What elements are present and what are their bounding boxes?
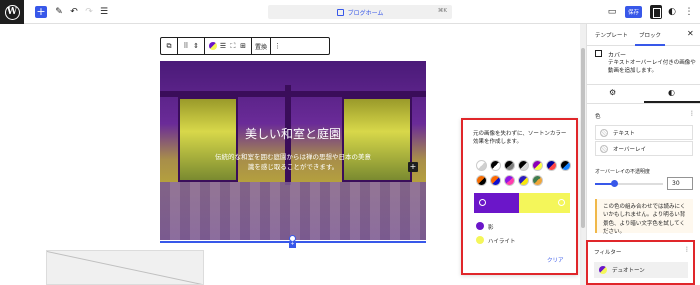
cover-description[interactable]: 伝統的な和室を囲む庭園からは禅の思想や日本の美意識を感じ取ることができます。 — [213, 152, 373, 172]
text-color-item[interactable]: テキスト — [595, 125, 693, 140]
half-circle-icon[interactable]: ◐ — [666, 5, 678, 19]
highlight-color-dot[interactable] — [476, 236, 484, 244]
tab-template[interactable]: テンプレート — [595, 31, 628, 39]
duotone-preset-swatch[interactable] — [504, 175, 515, 186]
duotone-icon — [599, 266, 607, 274]
block-description: テキストオーバーレイ付きの画像や動画を追加します。 — [608, 60, 696, 75]
move-controls[interactable]: ⠿ ⇕ — [178, 38, 205, 54]
opacity-input[interactable]: 30 — [667, 177, 693, 190]
block-toolbar: ⧉ ⠿ ⇕ ☰ ⛶ ⊞ 置換 ⋮ — [160, 37, 330, 55]
add-block-button[interactable]: + — [35, 6, 47, 18]
close-icon[interactable]: ✕ — [687, 29, 694, 38]
divider — [587, 103, 700, 104]
shadow-segment[interactable] — [474, 193, 519, 213]
styles-icon[interactable]: ◐ — [668, 88, 675, 97]
redo-icon[interactable]: ↷ — [83, 5, 95, 19]
filter-section-title: フィルター — [594, 250, 622, 256]
highlight-label[interactable]: ハイライト — [488, 237, 515, 245]
duotone-preset-swatch[interactable] — [546, 160, 557, 171]
duotone-filter-item[interactable]: デュオトーン — [594, 262, 688, 278]
command-palette-button[interactable]: ブログホーム ⌘K — [268, 5, 452, 19]
pen-icon[interactable]: ✎ — [53, 5, 65, 19]
cover-block-icon: ⧉ — [166, 41, 172, 50]
save-button[interactable]: 保存 — [625, 6, 642, 18]
command-shortcut: ⌘K — [437, 8, 447, 14]
tab-block[interactable]: ブロック — [639, 31, 661, 39]
undo-icon[interactable]: ↶ — [68, 5, 80, 19]
list-view-icon[interactable]: ☰ — [98, 5, 110, 19]
insert-below-icon[interactable]: + — [289, 241, 296, 248]
opacity-slider-thumb[interactable] — [611, 180, 618, 187]
shadow-knob[interactable] — [479, 199, 486, 206]
template-icon — [336, 8, 344, 16]
tatami-floor — [160, 182, 426, 240]
style-controls: ☰ ⛶ ⊞ — [205, 38, 252, 54]
opacity-label: オーバーレイの不透明度 — [595, 169, 650, 175]
duotone-preset-swatch[interactable] — [560, 160, 571, 171]
text-color-label: テキスト — [613, 130, 635, 137]
contrast-notice: この色の組み合わせでは読みにくいかもしれません。より明るい背景色、より暗い文字色… — [595, 199, 693, 235]
block-options-icon[interactable]: ⋮ — [271, 38, 284, 54]
duotone-preset-swatch[interactable] — [532, 175, 543, 186]
duotone-icon[interactable] — [208, 41, 218, 51]
block-type-button[interactable]: ⧉ — [161, 38, 178, 54]
overlay-color-label: オーバーレイ — [613, 146, 646, 153]
color-section-title: 色 — [595, 114, 601, 120]
highlight-segment[interactable] — [519, 193, 570, 213]
image-placeholder[interactable] — [46, 250, 204, 285]
divider — [587, 84, 700, 85]
shadow-color-dot[interactable] — [476, 222, 484, 230]
gear-icon[interactable]: ⚙ — [609, 88, 616, 97]
color-indicator — [600, 144, 608, 153]
color-indicator — [600, 128, 608, 137]
grid-icon[interactable]: ⊞ — [238, 41, 248, 51]
shadow-label[interactable]: 影 — [488, 223, 494, 231]
active-tab-indicator — [635, 44, 665, 46]
more-options-icon[interactable]: ⋮ — [683, 5, 695, 19]
color-options-icon[interactable]: ⋮ — [689, 110, 695, 117]
duotone-gradient-bar[interactable] — [474, 193, 570, 213]
cover-title[interactable]: 美しい和室と庭園 — [160, 125, 426, 142]
ceiling-beam — [160, 91, 426, 97]
desktop-preview-icon[interactable]: ▭ — [606, 5, 618, 19]
clear-button[interactable]: クリア — [547, 256, 564, 264]
duotone-preset-swatch[interactable] — [490, 175, 501, 186]
duotone-preset-swatch[interactable] — [490, 160, 501, 171]
align-icon[interactable]: ☰ — [218, 41, 228, 51]
duotone-preset-swatch[interactable] — [504, 160, 515, 171]
cover-block-icon — [595, 50, 602, 57]
move-up-down-icon[interactable]: ⇕ — [191, 41, 201, 51]
settings-styles-tabs: ⚙ ◐ — [587, 86, 700, 102]
cover-block[interactable]: 美しい和室と庭園 伝統的な和室を囲む庭園からは禅の思想や日本の美意識を感じ取るこ… — [160, 61, 426, 240]
command-label: ブログホーム — [347, 9, 384, 17]
wordpress-icon: W — [4, 4, 20, 20]
duotone-preset-swatch[interactable] — [518, 160, 529, 171]
duotone-preset-swatch[interactable] — [476, 160, 487, 171]
highlight-knob[interactable] — [558, 199, 565, 206]
replace-button[interactable]: 置換 — [252, 38, 272, 54]
duotone-preset-swatch[interactable] — [476, 175, 487, 186]
scrollbar-thumb[interactable] — [581, 48, 585, 228]
inline-inserter-button[interactable]: + — [408, 162, 418, 172]
duotone-description: 元の画像を失わずに、ソートンカラー効果を作成します。 — [473, 131, 567, 146]
top-toolbar: W + ✎ ↶ ↷ ☰ ブログホーム ⌘K ▭ 保存 ◐ ⋮ — [0, 0, 700, 24]
duotone-filter-label: デュオトーン — [612, 268, 645, 274]
duotone-popover: 元の画像を失わずに、ソートンカラー効果を作成します。 影 ハイライト クリア — [461, 118, 578, 275]
filter-panel: フィルター ⋮ デュオトーン — [586, 240, 695, 285]
duotone-preset-swatch[interactable] — [532, 160, 543, 171]
overlay-color-item[interactable]: オーバーレイ — [595, 141, 693, 156]
drag-handle-icon[interactable]: ⠿ — [181, 41, 191, 51]
full-height-icon[interactable]: ⛶ — [228, 41, 238, 51]
sidebar-tabs: テンプレート ブロック ✕ — [587, 24, 700, 46]
wordpress-logo-button[interactable]: W — [0, 0, 24, 24]
settings-toggle-button[interactable] — [650, 5, 662, 19]
block-title: カバー — [608, 52, 627, 59]
duotone-preset-swatch[interactable] — [518, 175, 529, 186]
filter-options-icon[interactable]: ⋮ — [684, 246, 690, 253]
